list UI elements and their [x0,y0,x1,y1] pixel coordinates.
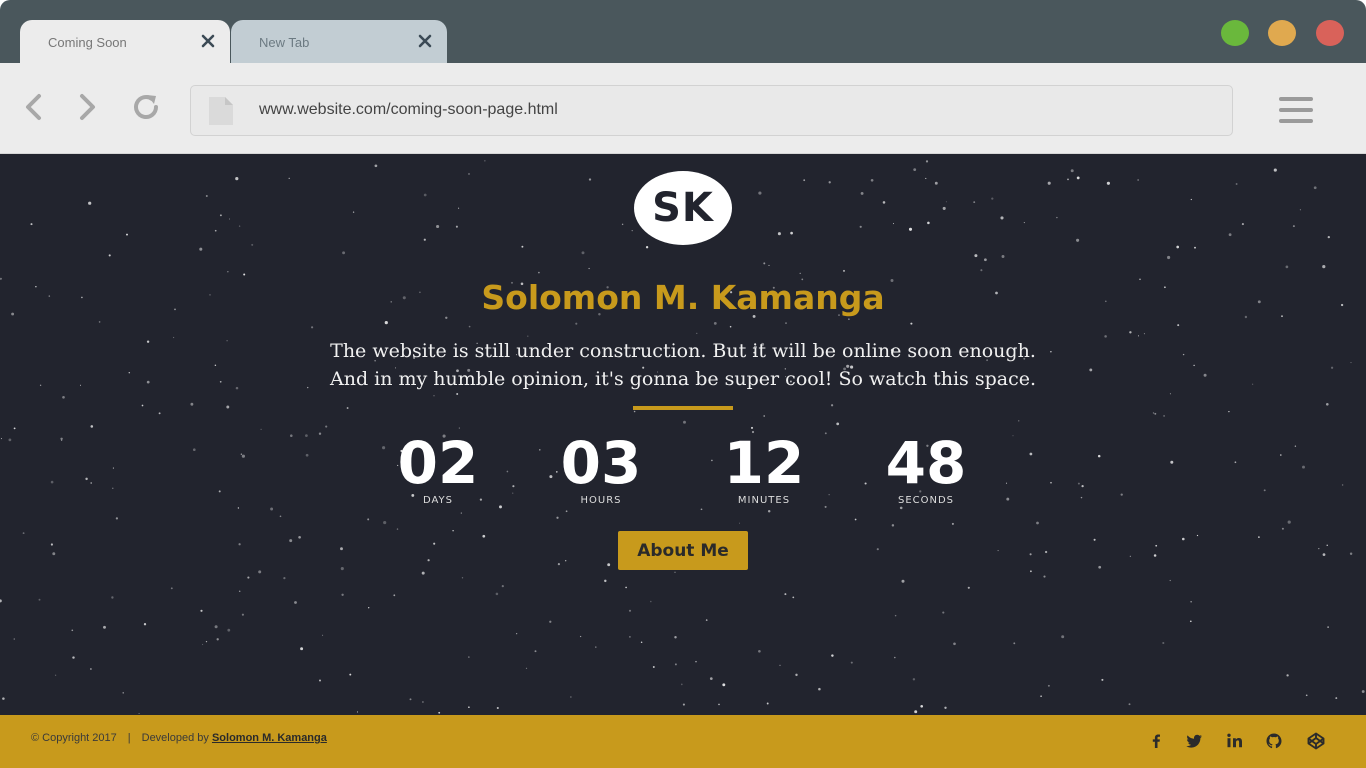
footer-credits: © Copyright 2017 | Developed by Solomon M.… [31,732,327,744]
close-tab-icon[interactable] [200,33,216,49]
twitter-icon[interactable] [1183,730,1205,752]
description-line: And in my humble opinion, it's gonna be … [329,368,1036,390]
page-icon [209,97,233,125]
minimize-window-button[interactable] [1268,20,1296,46]
tab-new-tab[interactable]: New Tab [231,20,447,64]
developed-by-text: Developed by [141,732,209,744]
countdown-minutes: 12 MINUTES [694,432,834,506]
countdown-value: 02 [397,429,479,497]
browser-toolbar: www.website.com/coming-soon-page.html [0,63,1366,154]
countdown-label: HOURS [580,495,622,506]
divider [633,406,733,410]
github-icon[interactable] [1263,730,1285,752]
logo: SK [634,171,732,245]
description: The website is still under construction.… [0,337,1366,393]
countdown-label: DAYS [422,495,454,506]
close-tab-icon[interactable] [417,33,433,49]
hamburger-menu-icon[interactable] [1278,96,1314,124]
countdown-value: 48 [885,429,967,497]
url-text[interactable]: www.website.com/coming-soon-page.html [259,101,558,119]
description-line: The website is still under construction.… [330,340,1036,362]
developer-link[interactable]: Solomon M. Kamanga [212,732,327,744]
logo-text: SK [652,185,714,231]
copyright-text: © Copyright 2017 [31,732,117,744]
countdown-value: 03 [560,429,642,497]
countdown-label: MINUTES [737,495,791,506]
page-title: Solomon M. Kamanga [481,278,885,317]
browser-window: Coming Soon New Tab www.website.com/comi… [0,0,1366,768]
forward-arrow-icon[interactable] [71,91,103,123]
maximize-window-button[interactable] [1221,20,1249,46]
tab-label: New Tab [259,35,310,50]
close-window-button[interactable] [1316,20,1344,46]
countdown-value: 12 [723,429,805,497]
tab-coming-soon[interactable]: Coming Soon [20,20,230,64]
codepen-icon[interactable] [1305,730,1327,752]
about-me-button[interactable]: About Me [618,531,748,570]
countdown-seconds: 48 SECONDS [856,432,996,506]
tab-label: Coming Soon [48,35,127,50]
countdown-days: 02 DAYS [368,432,508,506]
facebook-icon[interactable] [1145,730,1167,752]
reload-icon[interactable] [130,91,162,123]
back-arrow-icon[interactable] [18,91,50,123]
footer: © Copyright 2017 | Developed by Solomon M.… [0,715,1366,768]
tab-strip: Coming Soon New Tab [0,0,1366,64]
coming-soon-page: SK Solomon M. Kamanga The website is sti… [0,154,1366,768]
countdown-hours: 03 HOURS [531,432,671,506]
linkedin-icon[interactable] [1224,730,1246,752]
countdown-label: SECONDS [897,495,955,506]
address-bar[interactable]: www.website.com/coming-soon-page.html [190,85,1233,136]
footer-separator: | [127,732,131,744]
